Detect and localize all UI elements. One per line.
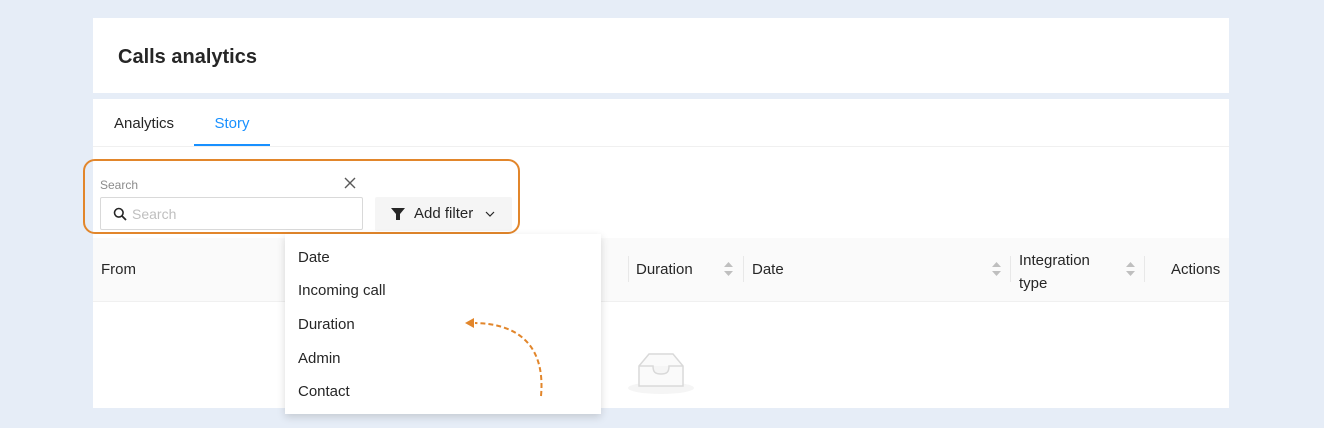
inbox-icon <box>628 353 694 394</box>
column-header-from: From <box>101 261 136 278</box>
column-divider <box>628 256 629 282</box>
filter-option-admin[interactable]: Admin <box>298 350 341 367</box>
column-header-integration-line2: type <box>1019 275 1048 292</box>
tab-analytics[interactable]: Analytics <box>114 99 174 146</box>
column-header-duration[interactable]: Duration <box>636 261 693 278</box>
column-header-integration-line1: Integration <box>1019 252 1090 269</box>
chevron-down-icon <box>485 211 495 217</box>
filter-option-incoming-call[interactable]: Incoming call <box>298 282 386 299</box>
table-header: From Duration Date Integration type Acti… <box>93 238 1229 302</box>
search-icon <box>113 207 127 221</box>
tab-story[interactable]: Story <box>194 99 270 146</box>
add-filter-button[interactable]: Add filter <box>375 197 512 231</box>
add-filter-label: Add filter <box>414 205 474 222</box>
filter-option-duration[interactable]: Duration <box>298 316 355 333</box>
search-field[interactable] <box>100 197 363 230</box>
column-header-actions: Actions <box>1171 261 1221 278</box>
annotation-arrow <box>465 318 543 397</box>
sort-icon[interactable] <box>1126 262 1135 276</box>
tab-bar: Analytics Story <box>93 99 1229 147</box>
column-divider <box>1144 256 1145 282</box>
column-divider <box>743 256 744 282</box>
filter-option-date[interactable]: Date <box>298 249 330 266</box>
search-input[interactable] <box>132 203 354 224</box>
sort-icon[interactable] <box>724 262 733 276</box>
close-icon[interactable] <box>343 176 357 190</box>
filter-icon <box>391 208 405 220</box>
search-label: Search <box>100 178 139 192</box>
sort-icon[interactable] <box>992 262 1001 276</box>
page-header: Calls analytics <box>93 18 1229 93</box>
filter-option-contact[interactable]: Contact <box>298 383 350 400</box>
column-header-date[interactable]: Date <box>752 261 784 278</box>
tab-active-indicator <box>194 144 270 146</box>
column-header-integration-type[interactable]: Integration type <box>1019 249 1090 295</box>
column-divider <box>1010 256 1011 282</box>
page-title: Calls analytics <box>118 46 257 68</box>
